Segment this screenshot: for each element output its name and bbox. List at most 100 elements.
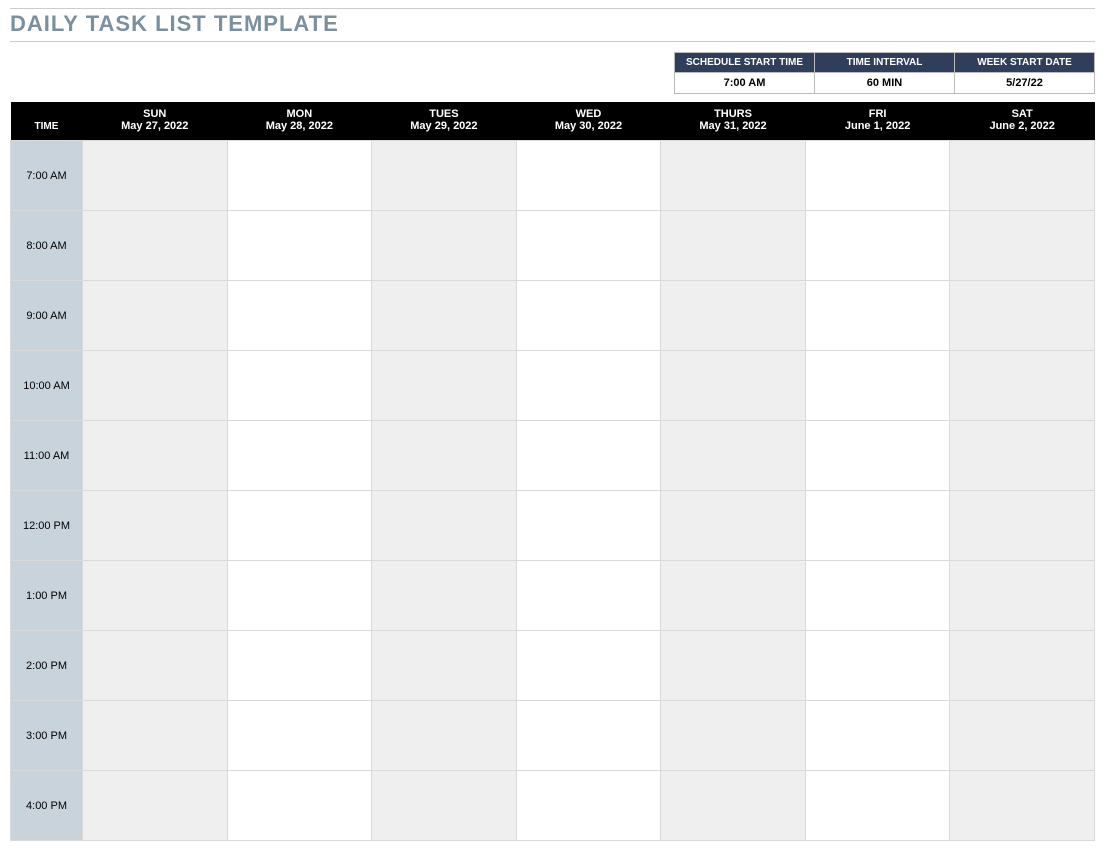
task-cell[interactable] [661, 211, 806, 281]
task-cell[interactable] [516, 141, 661, 211]
date-label: May 28, 2022 [227, 120, 372, 132]
task-cell[interactable] [516, 421, 661, 491]
task-cell[interactable] [516, 771, 661, 841]
task-cell[interactable] [805, 141, 950, 211]
schedule-row: 1:00 PM [11, 561, 1095, 631]
task-cell[interactable] [83, 561, 228, 631]
schedule-row: 3:00 PM [11, 701, 1095, 771]
task-cell[interactable] [661, 771, 806, 841]
task-cell[interactable] [950, 631, 1095, 701]
task-cell[interactable] [516, 351, 661, 421]
task-cell[interactable] [372, 701, 517, 771]
task-cell[interactable] [661, 421, 806, 491]
date-label: June 2, 2022 [950, 120, 1095, 132]
task-cell[interactable] [661, 701, 806, 771]
settings-row: SCHEDULE START TIME TIME INTERVAL WEEK S… [10, 52, 1095, 94]
task-cell[interactable] [83, 141, 228, 211]
task-cell[interactable] [950, 211, 1095, 281]
schedule-row: 12:00 PM [11, 491, 1095, 561]
task-cell[interactable] [516, 701, 661, 771]
dow-label: TUES [372, 108, 517, 120]
task-cell[interactable] [950, 771, 1095, 841]
task-cell[interactable] [372, 211, 517, 281]
settings-header-interval: TIME INTERVAL [815, 53, 955, 73]
task-cell[interactable] [227, 421, 372, 491]
schedule-table: TIME SUNMay 27, 2022 MONMay 28, 2022 TUE… [10, 102, 1095, 841]
settings-value-start-time[interactable]: 7:00 AM [675, 73, 815, 94]
task-cell[interactable] [805, 351, 950, 421]
task-cell[interactable] [83, 491, 228, 561]
task-cell[interactable] [661, 491, 806, 561]
task-cell[interactable] [950, 141, 1095, 211]
task-cell[interactable] [805, 771, 950, 841]
task-cell[interactable] [227, 771, 372, 841]
task-cell[interactable] [516, 561, 661, 631]
task-cell[interactable] [516, 491, 661, 561]
task-cell[interactable] [661, 281, 806, 351]
day-header-mon: MONMay 28, 2022 [227, 102, 372, 141]
task-cell[interactable] [372, 491, 517, 561]
task-cell[interactable] [372, 281, 517, 351]
task-cell[interactable] [950, 281, 1095, 351]
time-cell: 8:00 AM [11, 211, 83, 281]
dow-label: WED [516, 108, 661, 120]
date-label: May 30, 2022 [516, 120, 661, 132]
task-cell[interactable] [227, 631, 372, 701]
task-cell[interactable] [372, 421, 517, 491]
task-cell[interactable] [227, 351, 372, 421]
page-title: DAILY TASK LIST TEMPLATE [10, 8, 1095, 37]
task-cell[interactable] [83, 771, 228, 841]
task-cell[interactable] [805, 631, 950, 701]
task-cell[interactable] [83, 631, 228, 701]
task-cell[interactable] [372, 561, 517, 631]
task-cell[interactable] [516, 281, 661, 351]
schedule-row: 10:00 AM [11, 351, 1095, 421]
schedule-row: 8:00 AM [11, 211, 1095, 281]
day-header-sun: SUNMay 27, 2022 [83, 102, 228, 141]
task-cell[interactable] [516, 631, 661, 701]
settings-header-week-start: WEEK START DATE [955, 53, 1095, 73]
task-cell[interactable] [950, 561, 1095, 631]
dow-label: SAT [950, 108, 1095, 120]
task-cell[interactable] [227, 491, 372, 561]
task-cell[interactable] [661, 141, 806, 211]
task-cell[interactable] [805, 701, 950, 771]
dow-label: THURS [661, 108, 806, 120]
date-label: May 31, 2022 [661, 120, 806, 132]
task-cell[interactable] [805, 561, 950, 631]
task-cell[interactable] [661, 351, 806, 421]
task-cell[interactable] [83, 701, 228, 771]
task-cell[interactable] [372, 631, 517, 701]
task-cell[interactable] [227, 281, 372, 351]
task-cell[interactable] [661, 631, 806, 701]
task-cell[interactable] [83, 281, 228, 351]
task-cell[interactable] [372, 351, 517, 421]
date-label: June 1, 2022 [805, 120, 950, 132]
settings-value-interval[interactable]: 60 MIN [815, 73, 955, 94]
task-cell[interactable] [805, 281, 950, 351]
time-column-header: TIME [11, 102, 83, 141]
task-cell[interactable] [372, 141, 517, 211]
task-cell[interactable] [805, 421, 950, 491]
task-cell[interactable] [227, 141, 372, 211]
task-cell[interactable] [805, 211, 950, 281]
task-cell[interactable] [950, 351, 1095, 421]
task-cell[interactable] [227, 561, 372, 631]
task-cell[interactable] [83, 421, 228, 491]
task-cell[interactable] [950, 421, 1095, 491]
task-cell[interactable] [661, 561, 806, 631]
task-cell[interactable] [83, 211, 228, 281]
day-header-fri: FRIJune 1, 2022 [805, 102, 950, 141]
task-cell[interactable] [227, 211, 372, 281]
task-cell[interactable] [805, 491, 950, 561]
task-cell[interactable] [83, 351, 228, 421]
dow-label: MON [227, 108, 372, 120]
task-cell[interactable] [227, 701, 372, 771]
task-cell[interactable] [950, 701, 1095, 771]
day-header-wed: WEDMay 30, 2022 [516, 102, 661, 141]
task-cell[interactable] [372, 771, 517, 841]
schedule-row: 9:00 AM [11, 281, 1095, 351]
task-cell[interactable] [516, 211, 661, 281]
task-cell[interactable] [950, 491, 1095, 561]
settings-value-week-start[interactable]: 5/27/22 [955, 73, 1095, 94]
